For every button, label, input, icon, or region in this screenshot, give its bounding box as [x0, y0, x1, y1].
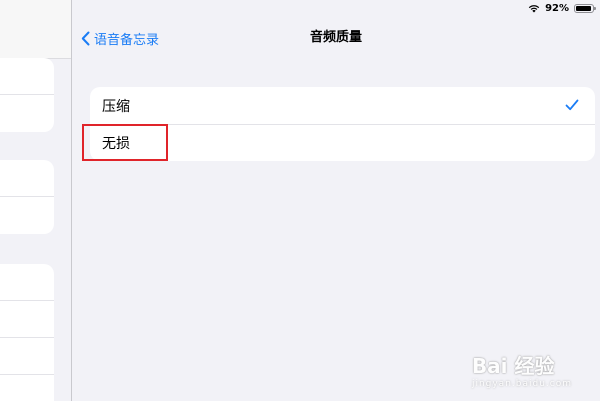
- split-divider: [71, 0, 72, 401]
- sidebar-item[interactable]: [0, 95, 54, 132]
- back-button[interactable]: 语音备忘录: [81, 27, 159, 49]
- option-label: 压缩: [102, 98, 130, 115]
- wifi-icon: [528, 4, 540, 12]
- sidebar-item[interactable]: [0, 301, 54, 338]
- option-compressed[interactable]: 压缩: [90, 87, 595, 124]
- sidebar-group: [0, 160, 54, 234]
- watermark-logo: Bai 经验: [471, 354, 555, 378]
- sidebar-item[interactable]: [0, 58, 54, 95]
- sidebar-item[interactable]: [0, 338, 54, 375]
- watermark-url: jingyan.baidu.com: [471, 379, 572, 389]
- sidebar-item[interactable]: [0, 375, 54, 401]
- checkmark-icon: [565, 99, 579, 111]
- chevron-left-icon: [81, 31, 90, 45]
- battery-level: [576, 5, 591, 11]
- sidebar-group: [0, 58, 54, 132]
- audio-quality-list: 压缩 无损: [90, 87, 595, 161]
- watermark: Bai 经验 jingyan.baidu.com: [472, 350, 572, 389]
- sidebar-item[interactable]: [0, 197, 54, 234]
- battery-percentage: 92%: [545, 2, 569, 14]
- sidebar-item[interactable]: [0, 160, 54, 197]
- sidebar-group: [0, 264, 54, 401]
- option-lossless[interactable]: 无损: [90, 124, 595, 161]
- back-label: 语音备忘录: [94, 32, 160, 48]
- status-bar: 92%: [528, 1, 596, 15]
- sidebar-header: [0, 0, 71, 59]
- battery-icon: [574, 3, 596, 13]
- sidebar: [0, 0, 71, 401]
- sidebar-item[interactable]: [0, 264, 54, 301]
- option-label: 无损: [102, 135, 130, 152]
